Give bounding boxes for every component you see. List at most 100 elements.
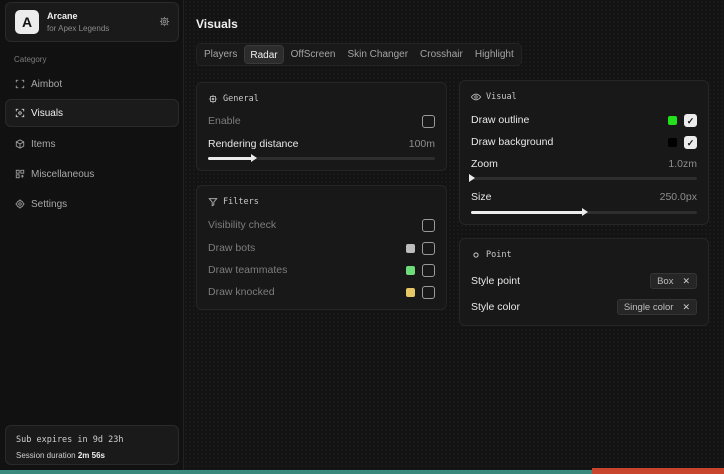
- tab-crosshair[interactable]: Crosshair: [415, 45, 468, 64]
- filter-label: Draw knocked: [208, 286, 275, 298]
- enable-checkbox[interactable]: [422, 114, 435, 128]
- rendering-distance-value: 100m: [408, 138, 435, 150]
- filter-row: Draw teammates: [208, 262, 435, 278]
- color-swatch[interactable]: [406, 265, 415, 275]
- tab-highlight[interactable]: Highlight: [470, 45, 519, 64]
- zoom-value: 1.0zm: [668, 158, 697, 170]
- enable-row: Enable: [208, 113, 435, 129]
- slider-fill: [208, 157, 254, 160]
- point-icon: [473, 252, 479, 258]
- style-point-row: Style point Box ✕: [471, 273, 697, 289]
- draw-outline-label: Draw outline: [471, 114, 530, 126]
- gear-icon: [15, 199, 25, 209]
- visibility-check-checkbox[interactable]: [422, 218, 435, 232]
- filter-label: Draw bots: [208, 242, 256, 254]
- general-panel: General Enable Rendering distance 100m: [196, 82, 447, 171]
- filters-panel-title: Filters: [208, 197, 259, 207]
- style-color-select[interactable]: Single color ✕: [616, 299, 697, 315]
- outline-color-swatch[interactable]: [668, 115, 677, 125]
- slider-thumb[interactable]: [582, 208, 588, 216]
- app-window: A Arcane for Apex Legends Category Aimbo…: [0, 0, 724, 470]
- cube-icon: [15, 139, 25, 149]
- page-title: Visuals: [196, 17, 238, 31]
- draw-knocked-checkbox[interactable]: [422, 285, 435, 299]
- eye-scan-icon: [15, 108, 25, 118]
- draw-teammates-checkbox[interactable]: [422, 263, 435, 277]
- gear-icon[interactable]: [159, 16, 170, 27]
- slider-fill: [471, 211, 584, 214]
- app-logo: A: [15, 10, 39, 34]
- style-point-value: Box: [657, 275, 674, 287]
- filter-row: Draw bots: [208, 240, 435, 256]
- sidebar-item-miscellaneous[interactable]: Miscellaneous: [5, 160, 179, 188]
- draw-outline-checkbox[interactable]: ✓: [684, 113, 697, 127]
- filter-row: Visibility check: [208, 217, 435, 233]
- close-icon[interactable]: ✕: [682, 276, 690, 287]
- filter-label: Visibility check: [208, 219, 277, 231]
- sidebar-item-aimbot[interactable]: Aimbot: [5, 70, 179, 98]
- style-color-value: Single color: [623, 301, 674, 313]
- sidebar-item-label: Settings: [31, 198, 68, 210]
- visual-panel-title: Visual: [471, 92, 517, 102]
- color-swatch[interactable]: [406, 287, 415, 297]
- close-icon[interactable]: ✕: [682, 302, 690, 313]
- tab-skin-changer[interactable]: Skin Changer: [342, 45, 413, 64]
- tab-bar: Players Radar OffScreen Skin Changer Cro…: [196, 43, 522, 66]
- style-color-label: Style color: [471, 301, 521, 313]
- rendering-distance-label: Rendering distance: [208, 138, 299, 150]
- rendering-distance-row: Rendering distance 100m: [208, 136, 435, 152]
- gear-icon: [208, 94, 218, 104]
- brand-card: A Arcane for Apex Legends: [5, 2, 179, 42]
- point-panel: Point Style point Box ✕ Style color Sing…: [459, 238, 709, 326]
- app-subtitle: for Apex Legends: [47, 24, 110, 33]
- tab-radar[interactable]: Radar: [244, 45, 284, 64]
- background-color-swatch[interactable]: [668, 137, 677, 147]
- sidebar-item-settings[interactable]: Settings: [5, 190, 179, 218]
- point-title-text: Point: [486, 250, 512, 260]
- size-value: 250.0px: [659, 191, 697, 203]
- color-swatch[interactable]: [406, 243, 415, 253]
- slider-thumb[interactable]: [469, 174, 475, 182]
- zoom-slider[interactable]: [469, 174, 697, 182]
- tab-offscreen[interactable]: OffScreen: [286, 45, 341, 64]
- sidebar-item-label: Visuals: [31, 107, 64, 119]
- tab-players[interactable]: Players: [199, 45, 242, 64]
- general-title-text: General: [223, 94, 259, 104]
- subscription-expiry: Sub expires in 9d 23h: [16, 435, 124, 445]
- size-label: Size: [471, 191, 492, 203]
- sidebar-item-label: Aimbot: [31, 78, 63, 90]
- session-duration-value: 2m 56s: [77, 451, 105, 460]
- eye-icon: [471, 93, 481, 101]
- general-panel-title: General: [208, 94, 259, 104]
- filter-row: Draw knocked: [208, 284, 435, 300]
- size-slider[interactable]: [471, 208, 697, 216]
- app-name: Arcane: [47, 11, 78, 21]
- grid-icon: [15, 169, 25, 179]
- rendering-distance-slider[interactable]: [208, 154, 435, 162]
- style-point-label: Style point: [471, 275, 521, 287]
- category-label: Category: [14, 55, 47, 64]
- filter-label: Draw teammates: [208, 264, 288, 276]
- subscription-card: Sub expires in 9d 23h Session duration 2…: [5, 425, 179, 465]
- point-panel-title: Point: [471, 250, 512, 260]
- background-accent: [592, 468, 724, 474]
- sidebar-item-label: Items: [31, 138, 56, 150]
- visual-title-text: Visual: [486, 92, 517, 102]
- crosshair-icon: [15, 79, 25, 89]
- slider-thumb[interactable]: [251, 154, 258, 162]
- filter-icon: [208, 198, 218, 207]
- draw-background-checkbox[interactable]: ✓: [684, 135, 697, 149]
- sidebar-item-visuals[interactable]: Visuals: [5, 99, 179, 127]
- style-color-row: Style color Single color ✕: [471, 299, 697, 315]
- filters-title-text: Filters: [223, 197, 259, 207]
- sidebar-item-label: Miscellaneous: [31, 168, 95, 180]
- size-row: Size 250.0px: [471, 189, 697, 205]
- sidebar-item-items[interactable]: Items: [5, 130, 179, 158]
- enable-label: Enable: [208, 115, 241, 127]
- draw-bots-checkbox[interactable]: [422, 241, 435, 255]
- draw-background-label: Draw background: [471, 136, 554, 148]
- filters-panel: Filters Visibility check Draw bots Draw …: [196, 185, 447, 310]
- visual-panel: Visual Draw outline ✓ Draw background ✓ …: [459, 80, 709, 225]
- draw-background-row: Draw background ✓: [471, 134, 697, 150]
- style-point-select[interactable]: Box ✕: [650, 273, 697, 289]
